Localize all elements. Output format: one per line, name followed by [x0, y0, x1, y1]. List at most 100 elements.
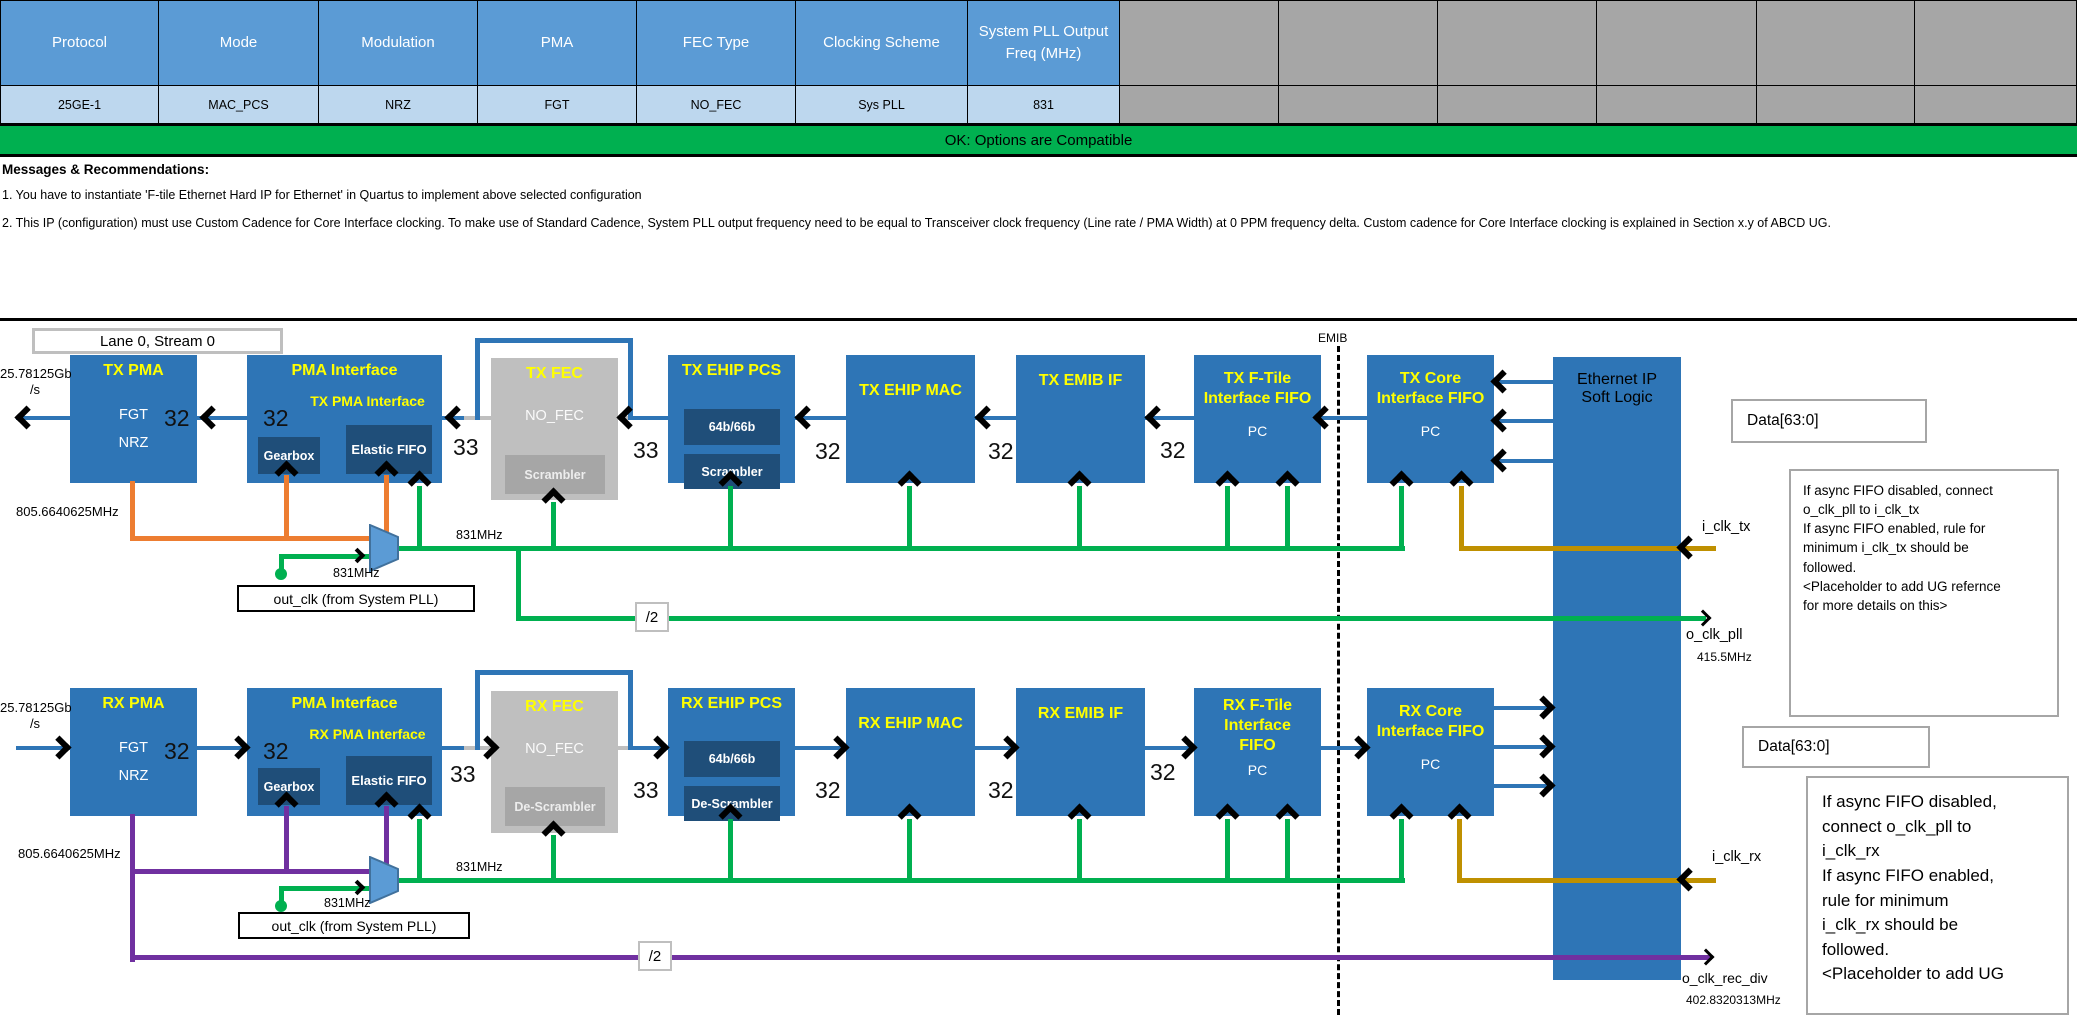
cell-mode[interactable]: MAC_PCS	[158, 85, 319, 124]
arrow-left-icon	[616, 405, 640, 429]
arrow-left-icon	[1490, 408, 1514, 432]
col-header-syspll-freq: System PLL Output Freq (MHz)	[967, 0, 1120, 86]
o-clk-rec-div-line	[130, 955, 1712, 960]
tx-ftile-fifo-block: TX F-Tile Interface FIFO PC	[1194, 355, 1321, 483]
tx-outclk-box: out_clk (from System PLL)	[237, 585, 475, 612]
col-header-empty	[1914, 0, 2077, 86]
rx-fec-bypass-line	[628, 670, 633, 750]
cell-protocol[interactable]: 25GE-1	[0, 85, 159, 124]
i-clk-rx-label: i_clk_rx	[1712, 849, 1761, 865]
rx-line-rate-label: 25.78125Gb /s	[0, 700, 70, 731]
rx-831-clock-branch	[728, 819, 733, 881]
rx-pma-line2: NRZ	[70, 768, 197, 784]
ethernet-ip-soft-logic-block: Ethernet IP Soft Logic	[1553, 357, 1681, 980]
tx-core-fifo-pc: PC	[1367, 423, 1494, 439]
o-clk-pll-label: o_clk_pll	[1686, 627, 1742, 643]
tx-pma-line2: NRZ	[70, 435, 197, 451]
rx-bus-width: 32	[988, 777, 1014, 804]
rx-bus-width: 33	[633, 777, 659, 804]
tx-831mhz-label: 831MHz	[456, 528, 503, 542]
arrow-left-icon	[1490, 448, 1514, 472]
o-clk-rec-div-label: o_clk_rec_div	[1682, 970, 1768, 986]
emib-boundary-line	[1337, 346, 1340, 1015]
col-header-empty	[1756, 0, 1915, 86]
rx-outclk-line	[279, 888, 284, 910]
rx-core-fifo-title: RX Core Interface FIFO	[1367, 688, 1494, 742]
rx-831-clock-line	[399, 878, 1405, 883]
rx-ehip-mac-block: RX EHIP MAC	[846, 688, 975, 816]
tx-pma-clock-line	[284, 475, 289, 541]
rx-831mhz-label: 831MHz	[456, 860, 503, 874]
arrow-right-icon	[350, 548, 366, 564]
rx-outclk-box: out_clk (from System PLL)	[238, 912, 470, 939]
i-clk-rx-line	[1457, 819, 1462, 883]
tx-bus-width: 32	[988, 438, 1014, 465]
tx-pma-clock-line	[130, 481, 135, 541]
tx-core-fifo-title: TX Core Interface FIFO	[1367, 355, 1494, 409]
tx-pma-interface-subtitle: TX PMA Interface	[293, 393, 442, 411]
arrow-left-icon	[14, 405, 38, 429]
arrow-left-icon	[444, 405, 468, 429]
tx-line-rate-label: 25.78125Gb /s	[0, 366, 70, 397]
tx-div2-branch	[516, 549, 521, 621]
arrow-right-icon	[47, 735, 71, 759]
tx-bus-width: 32	[164, 405, 190, 432]
rx-831-clock-branch	[1399, 819, 1404, 881]
tx-831-clock-branch	[1285, 486, 1290, 548]
cell-syspll-freq[interactable]: 831	[967, 85, 1120, 124]
rx-fec-bypass-line	[475, 670, 480, 750]
tx-ehip-pcs-title: TX EHIP PCS	[668, 355, 795, 381]
rx-831-clock-branch	[907, 819, 912, 881]
o-clk-rec-div-freq-label: 402.8320313MHz	[1686, 993, 1781, 1007]
tx-mux-831mhz-label: 831MHz	[333, 566, 380, 580]
tx-bus-width: 32	[263, 405, 289, 432]
rx-ehip-mac-title: RX EHIP MAC	[846, 688, 975, 734]
rx-ftile-fifo-block: RX F-Tile Interface FIFO PC	[1194, 688, 1321, 816]
col-header-empty	[1596, 0, 1757, 86]
tx-pma-title: TX PMA	[70, 355, 197, 381]
tx-ftile-fifo-title: TX F-Tile Interface FIFO	[1194, 355, 1321, 409]
col-header-empty	[1278, 0, 1438, 86]
cell-clocking-scheme[interactable]: Sys PLL	[795, 85, 968, 124]
rx-emib-if-title: RX EMIB IF	[1016, 688, 1145, 724]
arrow-right-icon	[1531, 695, 1555, 719]
tx-831-clock-branch	[1077, 486, 1082, 548]
col-header-pma: PMA	[477, 0, 637, 86]
rx-pma-interface-title: PMA Interface	[247, 688, 442, 714]
messages-heading: Messages & Recommendations:	[2, 162, 209, 177]
arrow-right-icon	[1531, 734, 1555, 758]
tx-ftile-fifo-pc: PC	[1194, 423, 1321, 439]
arrow-right-icon	[1531, 773, 1555, 797]
col-header-protocol: Protocol	[0, 0, 159, 86]
rx-ftile-fifo-title: RX F-Tile Interface FIFO	[1194, 688, 1321, 756]
tx-fec-title: TX FEC	[491, 358, 618, 384]
o-clk-pll-freq-label: 415.5MHz	[1697, 650, 1752, 664]
cell-empty	[1119, 85, 1279, 124]
col-header-empty	[1437, 0, 1597, 86]
rx-core-fifo-block: RX Core Interface FIFO PC	[1367, 688, 1494, 816]
lane-label-box: Lane 0, Stream 0	[32, 328, 283, 354]
tx-fec-bypass-line	[475, 338, 480, 420]
cell-fec-type[interactable]: NO_FEC	[636, 85, 796, 124]
tx-clock-mux	[369, 524, 399, 572]
rx-ftile-fifo-pc: PC	[1194, 762, 1321, 778]
message-1: 1. You have to instantiate 'F-tile Ether…	[2, 188, 642, 202]
rx-emib-if-block: RX EMIB IF	[1016, 688, 1145, 816]
cell-modulation[interactable]: NRZ	[318, 85, 478, 124]
rx-bus-width: 32	[164, 738, 190, 765]
separator-line	[0, 318, 2077, 321]
col-header-clocking-scheme: Clocking Scheme	[795, 0, 968, 86]
rx-pma-clock-label: 805.6640625MHz	[18, 846, 121, 861]
col-header-fec-type: FEC Type	[636, 0, 796, 86]
i-clk-tx-line	[1459, 486, 1464, 551]
rx-831-clock-branch	[1225, 819, 1230, 881]
rx-831-clock-branch	[1285, 819, 1290, 881]
arrow-right-icon	[350, 880, 366, 896]
o-clk-pll-line	[516, 616, 1706, 621]
tx-831-clock-branch	[1225, 486, 1230, 548]
cell-pma[interactable]: FGT	[477, 85, 637, 124]
rx-ehip-pcs-title: RX EHIP PCS	[668, 688, 795, 714]
rx-div2-box: /2	[638, 941, 672, 971]
rx-831-clock-branch	[1077, 819, 1082, 881]
rx-core-fifo-pc: PC	[1367, 756, 1494, 772]
